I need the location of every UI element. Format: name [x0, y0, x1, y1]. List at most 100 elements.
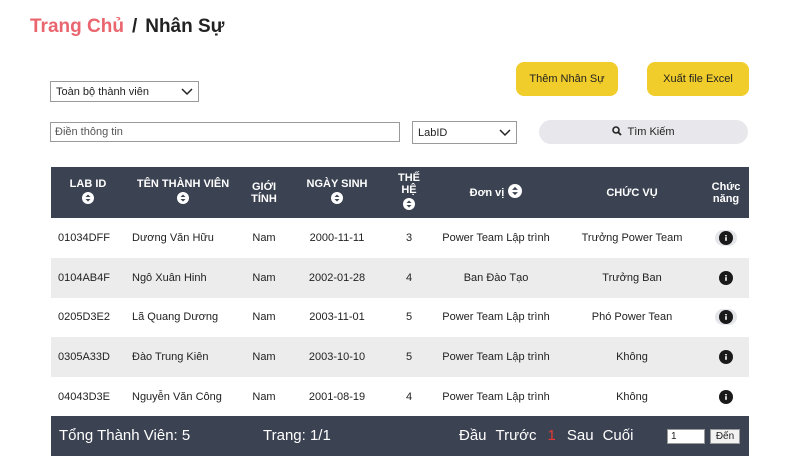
header-generation-label-2: HỆ [401, 184, 417, 196]
page-number-input[interactable] [667, 429, 705, 444]
pagination-current-page[interactable]: 1 [548, 427, 556, 444]
header-actions-label-2: năng [712, 192, 740, 205]
cell-actions [703, 350, 749, 365]
chevron-down-icon [181, 87, 193, 96]
staff-table: LAB ID TÊN THÀNH VIÊN GIỚI TÍNH NGÀY SIN… [51, 167, 749, 417]
info-button[interactable] [715, 229, 737, 246]
cell-gender: Nam [252, 231, 276, 244]
header-position: CHỨC VỤ [561, 167, 703, 218]
cell-position: Trưởng Ban [602, 271, 662, 284]
search-field-select[interactable]: LabID [412, 121, 517, 144]
cell-generation: 3 [405, 231, 413, 244]
cell-gender: Nam [252, 271, 276, 284]
info-icon [719, 310, 733, 325]
header-gender-label-1: GIỚI [251, 180, 277, 193]
cell-dob: 2003-10-10 [308, 351, 366, 364]
cell-unit: Ban Đào Tạo [463, 271, 529, 284]
cell-name: Lã Quang Dương [132, 311, 219, 324]
export-excel-button[interactable]: Xuất file Excel [647, 62, 749, 96]
search-button-label: Tìm Kiếm [627, 126, 675, 138]
cell-name: Nguyễn Văn Công [132, 391, 222, 404]
table-header: LAB ID TÊN THÀNH VIÊN GIỚI TÍNH NGÀY SIN… [51, 167, 749, 218]
header-unit[interactable]: Đơn vị [431, 167, 561, 218]
cell-lab-id: 01034DFF [58, 231, 110, 244]
cell-gender: Nam [252, 311, 276, 324]
sort-icon[interactable] [508, 184, 523, 201]
cell-actions [703, 309, 749, 326]
table-row: 0205D3E2 Lã Quang Dương Nam 2003-11-01 5… [51, 298, 749, 338]
header-unit-label: Đơn vị [469, 186, 505, 199]
breadcrumb-separator: / [131, 16, 138, 37]
search-field-value: LabID [418, 126, 448, 139]
table-footer: Tổng Thành Viên: 5 Trang: 1/1 Đầu Trước … [51, 416, 749, 456]
header-dob-label: NGÀY SINH [306, 178, 368, 190]
header-name[interactable]: TÊN THÀNH VIÊN [125, 167, 241, 218]
header-generation-label-1: THẾ [398, 172, 420, 184]
info-button[interactable] [715, 309, 737, 326]
member-filter-value: Toàn bộ thành viên [56, 85, 149, 98]
info-icon[interactable] [719, 390, 733, 405]
header-generation[interactable]: THẾ HỆ [387, 167, 431, 218]
pagination-next[interactable]: Sau [567, 427, 594, 444]
header-position-label: CHỨC VỤ [606, 186, 658, 199]
pagination-prev[interactable]: Trước [496, 427, 537, 444]
cell-generation: 4 [405, 391, 413, 404]
table-row: 04043D3E Nguyễn Văn Công Nam 2001-08-19 … [51, 377, 749, 417]
breadcrumb-home-link[interactable]: Trang Chủ [30, 16, 124, 38]
cell-name: Đào Trung Kiên [132, 351, 209, 364]
search-input[interactable] [50, 122, 400, 142]
pagination-first[interactable]: Đầu [459, 427, 487, 444]
header-dob[interactable]: NGÀY SINH [287, 167, 387, 218]
header-lab-id[interactable]: LAB ID [51, 167, 125, 218]
pagination-last[interactable]: Cuối [603, 427, 634, 444]
add-member-button[interactable]: Thêm Nhân Sự [516, 62, 618, 96]
cell-gender: Nam [252, 391, 276, 404]
info-icon[interactable] [719, 350, 733, 365]
cell-position: Không [616, 351, 648, 364]
page-title: Nhân Sự [145, 16, 225, 37]
member-filter-select[interactable]: Toàn bộ thành viên [50, 81, 199, 102]
header-gender-label-2: TÍNH [251, 192, 277, 205]
search-button[interactable]: Tìm Kiếm [539, 120, 748, 144]
cell-lab-id: 04043D3E [58, 391, 110, 404]
cell-actions [703, 270, 749, 285]
table-row: 0104AB4F Ngô Xuân Hinh Nam 2002-01-28 4 … [51, 257, 749, 298]
chevron-down-icon [499, 128, 511, 137]
sort-icon[interactable] [403, 198, 415, 213]
sort-icon[interactable] [331, 192, 343, 207]
cell-dob: 2003-11-01 [309, 311, 365, 324]
cell-lab-id: 0305A33D [58, 351, 110, 364]
cell-generation: 5 [405, 311, 413, 324]
cell-actions [703, 390, 749, 405]
info-icon [719, 230, 733, 245]
header-lab-id-label: LAB ID [69, 178, 107, 190]
header-name-label: TÊN THÀNH VIÊN [136, 178, 230, 190]
go-to-page-button[interactable]: Đến [710, 429, 740, 444]
cell-position: Trưởng Power Team [581, 231, 683, 244]
header-gender: GIỚI TÍNH [241, 167, 287, 218]
sort-icon[interactable] [177, 192, 189, 207]
search-icon [612, 125, 623, 139]
cell-position: Không [616, 391, 648, 404]
cell-lab-id: 0205D3E2 [58, 311, 110, 324]
cell-generation: 5 [405, 351, 413, 364]
sort-icon[interactable] [82, 192, 94, 207]
cell-dob: 2000-11-11 [309, 231, 365, 244]
total-members: Tổng Thành Viên: 5 [59, 427, 191, 444]
cell-dob: 2002-01-28 [308, 271, 366, 284]
table-row: 0305A33D Đào Trung Kiên Nam 2003-10-10 5… [51, 337, 749, 378]
cell-unit: Power Team Lập trình [442, 311, 550, 324]
cell-unit: Power Team Lập trình [442, 231, 550, 244]
info-icon[interactable] [719, 270, 733, 285]
header-actions: Chức năng [703, 167, 749, 218]
cell-unit: Power Team Lập trình [442, 351, 550, 364]
page-indicator: Trang: 1/1 [263, 427, 331, 444]
cell-actions [703, 229, 749, 246]
pagination: Đầu Trước 1 Sau Cuối [459, 427, 633, 444]
breadcrumb: Trang Chủ / Nhân Sự [30, 16, 224, 38]
table-row: 01034DFF Dương Văn Hữu Nam 2000-11-11 3 … [51, 218, 749, 258]
cell-position: Phó Power Tean [591, 311, 673, 324]
cell-gender: Nam [252, 351, 276, 364]
cell-unit: Power Team Lập trình [442, 391, 550, 404]
header-actions-label-1: Chức [711, 180, 741, 193]
